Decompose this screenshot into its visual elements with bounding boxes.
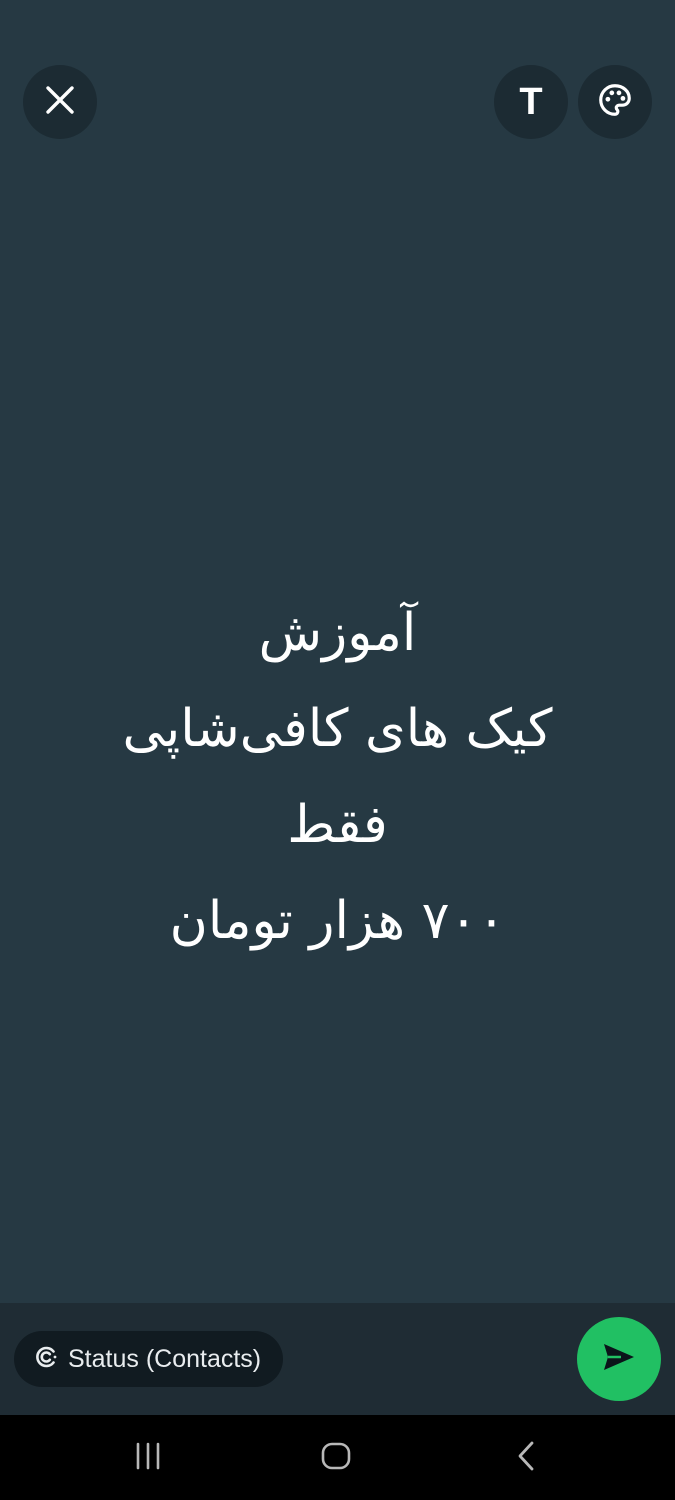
- system-navigation-bar: [0, 1415, 675, 1500]
- status-text-line: آموزش: [258, 603, 417, 663]
- close-icon: [45, 85, 75, 119]
- close-button[interactable]: [23, 65, 97, 139]
- text-tool-icon: T: [519, 81, 543, 123]
- recents-icon: [132, 1441, 164, 1475]
- send-button[interactable]: [577, 1317, 661, 1401]
- home-button[interactable]: [306, 1433, 366, 1483]
- status-text-line: فقط: [287, 795, 388, 855]
- status-privacy-icon: [34, 1345, 58, 1373]
- recents-button[interactable]: [118, 1433, 178, 1483]
- status-text[interactable]: آموزش کیک های کافی‌شاپی فقط ۷۰۰ هزار توم…: [0, 585, 675, 969]
- palette-icon: [596, 81, 634, 123]
- status-text-line: کیک های کافی‌شاپی: [122, 699, 553, 759]
- back-icon: [514, 1440, 538, 1476]
- text-tool-button[interactable]: T: [494, 65, 568, 139]
- back-button[interactable]: [496, 1433, 556, 1483]
- status-text-line: ۷۰۰ هزار تومان: [169, 891, 506, 951]
- composer-footer: Status (Contacts): [0, 1303, 675, 1415]
- status-audience-selector[interactable]: Status (Contacts): [14, 1331, 284, 1387]
- color-palette-button[interactable]: [578, 65, 652, 139]
- home-icon: [320, 1440, 352, 1476]
- status-audience-label: Status (Contacts): [68, 1344, 262, 1373]
- send-icon: [601, 1341, 637, 1377]
